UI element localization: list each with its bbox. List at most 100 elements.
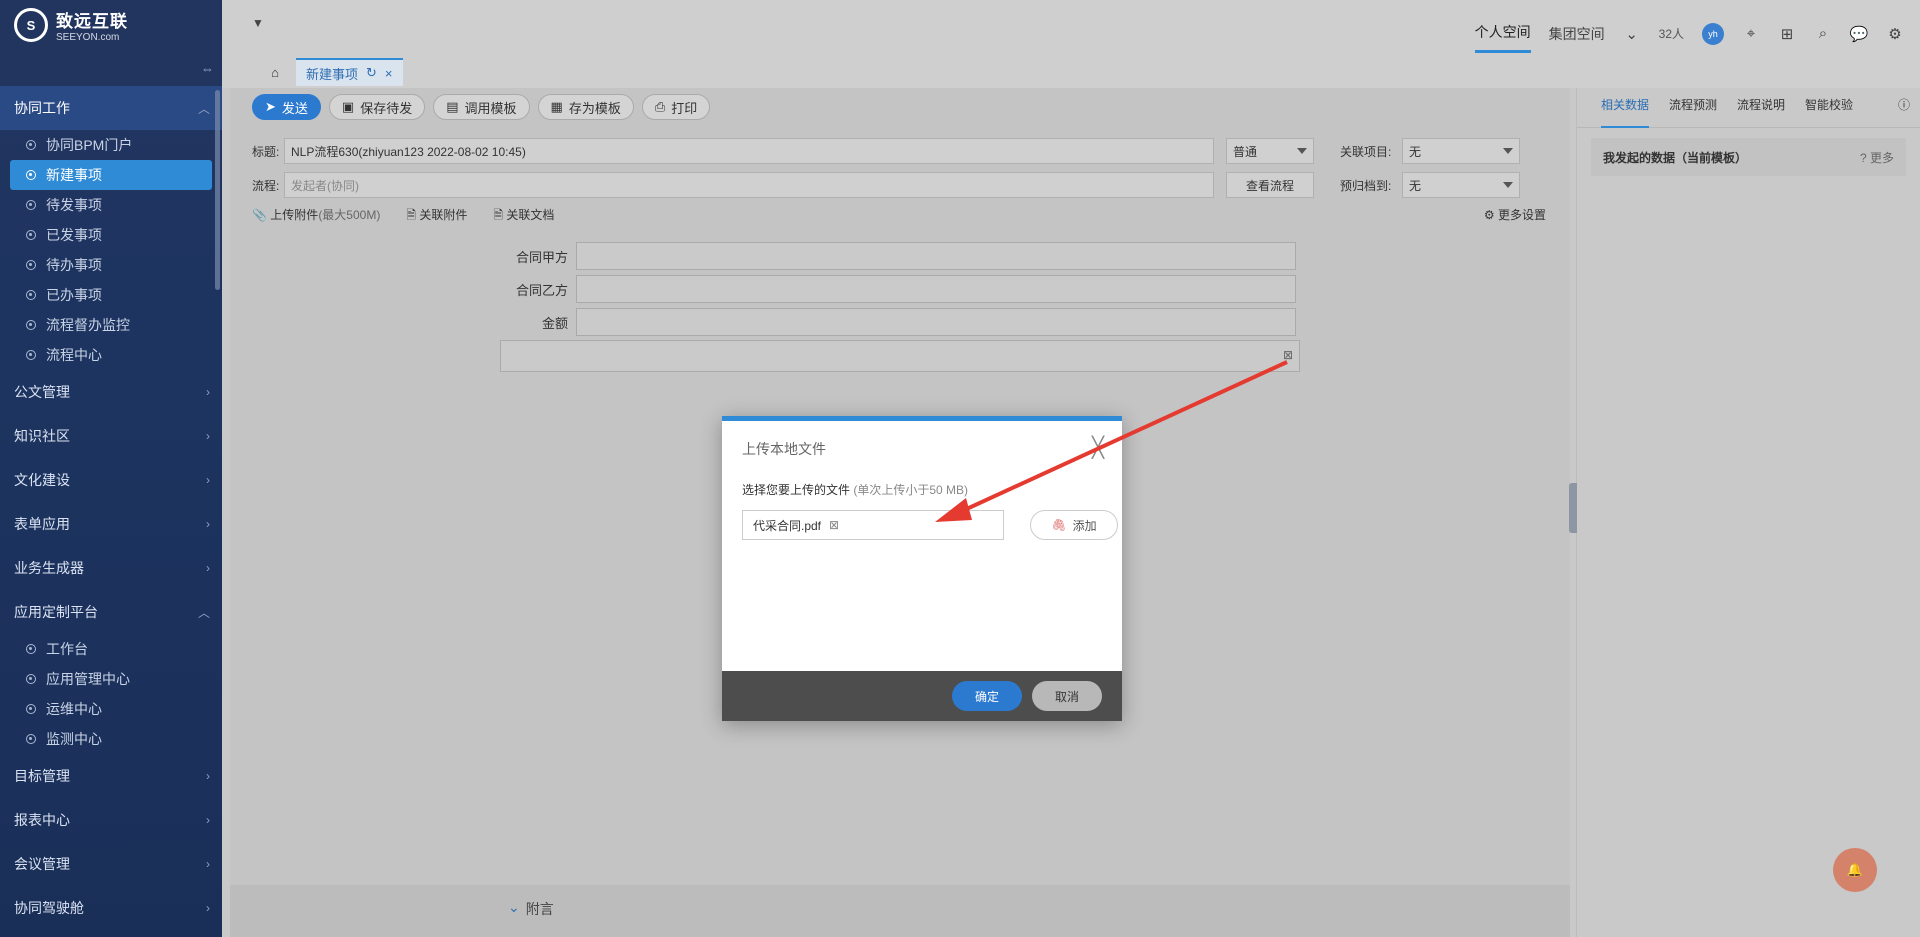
tab-flow-desc[interactable]: 流程说明 bbox=[1737, 96, 1785, 127]
menu-item[interactable]: 运维中心 bbox=[0, 694, 222, 724]
upload-attachment-link[interactable]: 📎 上传附件(最大500M) bbox=[252, 206, 380, 227]
menu-item[interactable]: 流程中心 bbox=[0, 340, 222, 370]
save-icon: ▣ bbox=[341, 99, 355, 114]
menu-item[interactable]: 待发事项 bbox=[0, 190, 222, 220]
menu-item[interactable]: 工作台 bbox=[0, 634, 222, 664]
chevron-up-icon: ︿ bbox=[197, 101, 210, 116]
flow-input[interactable]: 发起者(协同) bbox=[284, 172, 1214, 198]
add-file-button[interactable]: 🖇 添加 bbox=[1030, 510, 1118, 540]
menu-group[interactable]: 业务生成器 › bbox=[0, 546, 222, 590]
chevron-right-icon: › bbox=[206, 517, 210, 531]
brand-domain: SEEYON.com bbox=[56, 32, 120, 43]
online-count[interactable]: 32人 bbox=[1659, 25, 1684, 42]
radio-dot-icon bbox=[26, 140, 36, 150]
flow-label: 流程: bbox=[252, 178, 280, 193]
menu-group[interactable]: 应用定制平台 ︿ bbox=[0, 590, 222, 634]
title-input[interactable]: NLP流程630(zhiyuan123 2022-08-02 10:45) bbox=[284, 138, 1214, 164]
menu-item[interactable]: 监测中心 bbox=[0, 724, 222, 754]
close-icon[interactable]: ╳ bbox=[1092, 435, 1104, 460]
related-attachment-link[interactable]: 🗎 关联附件 bbox=[406, 206, 467, 227]
save-template-button[interactable]: ▦ 存为模板 bbox=[537, 94, 634, 120]
archive-select[interactable]: 无 bbox=[1402, 172, 1520, 198]
menu-item[interactable]: 流程督办监控 bbox=[0, 310, 222, 340]
save-draft-button[interactable]: ▣ 保存待发 bbox=[328, 94, 426, 120]
print-button[interactable]: ⎙ 打印 bbox=[641, 94, 711, 120]
caret-down-icon[interactable]: ▼ bbox=[252, 16, 264, 30]
tab-smart-check[interactable]: 智能校验 bbox=[1805, 96, 1853, 127]
related-project-select[interactable]: 无 bbox=[1402, 138, 1520, 164]
amount-input[interactable] bbox=[576, 308, 1296, 336]
view-flow-button[interactable]: 查看流程 bbox=[1226, 172, 1314, 198]
archive-label: 预归档到: bbox=[1340, 178, 1392, 193]
menu-group-collab[interactable]: 协同工作 ︿ bbox=[0, 86, 222, 130]
menu-group[interactable]: 目标管理 › bbox=[0, 754, 222, 798]
tab-flow-predict[interactable]: 流程预测 bbox=[1669, 96, 1717, 127]
more-link[interactable]: ? 更多 bbox=[1860, 149, 1894, 166]
menu-item[interactable]: 应用管理中心 bbox=[0, 664, 222, 694]
upload-hint: 选择您要上传的文件 (单次上传小于50 MB) bbox=[742, 483, 969, 497]
chevron-right-icon: › bbox=[206, 385, 210, 399]
personal-space-link[interactable]: 个人空间 bbox=[1474, 22, 1531, 53]
more-settings-link[interactable]: ⚙ 更多设置 bbox=[1484, 206, 1546, 223]
field-label: 金额 bbox=[541, 315, 568, 331]
chevron-down-icon[interactable]: ⌄ bbox=[1623, 25, 1641, 43]
bell-icon[interactable]: 🔔 bbox=[1833, 848, 1877, 892]
tab-related-data[interactable]: 相关数据 bbox=[1601, 96, 1650, 128]
menu-group[interactable]: 协同驾驶舱 › bbox=[0, 886, 222, 930]
radio-dot-icon bbox=[26, 644, 36, 654]
logo[interactable]: S 致远互联 SEEYON.com bbox=[0, 0, 222, 50]
chevron-right-icon: › bbox=[206, 901, 210, 915]
collapse-sidebar-icon[interactable]: ⇔ bbox=[201, 61, 214, 76]
confirm-button[interactable]: 确定 bbox=[952, 681, 1022, 711]
panel-collapse-handle[interactable] bbox=[1569, 483, 1577, 533]
document-icon: 🗎 bbox=[493, 208, 503, 222]
attachment-field[interactable]: ⊠ bbox=[500, 340, 1300, 372]
menu-group[interactable]: 报表中心 › bbox=[0, 798, 222, 842]
menu-group[interactable]: 知识社区 › bbox=[0, 414, 222, 458]
search-icon[interactable]: ⌕ bbox=[1814, 25, 1832, 43]
apps-grid-icon[interactable]: ⊞ bbox=[1778, 25, 1796, 43]
file-item[interactable]: 代采合同.pdf ⊠ bbox=[742, 510, 1004, 540]
menu-group[interactable]: 公文管理 › bbox=[0, 370, 222, 414]
message-icon[interactable]: 💬 bbox=[1850, 25, 1869, 43]
remove-file-icon[interactable]: ⊠ bbox=[829, 518, 839, 532]
party-a-input[interactable] bbox=[576, 242, 1296, 270]
send-button[interactable]: ➤ 发送 bbox=[252, 94, 321, 120]
info-icon[interactable]: ⓘ bbox=[1898, 96, 1910, 127]
refresh-icon[interactable]: ↻ bbox=[366, 65, 377, 81]
party-b-input[interactable] bbox=[576, 275, 1296, 303]
group-space-link[interactable]: 集团空间 bbox=[1549, 24, 1605, 44]
radio-dot-icon bbox=[26, 734, 36, 744]
field-label: 合同乙方 bbox=[515, 282, 568, 298]
menu-group[interactable]: 表单应用 › bbox=[0, 502, 222, 546]
menu-item[interactable]: 已发事项 bbox=[0, 220, 222, 250]
send-icon: ➤ bbox=[265, 99, 276, 114]
radio-dot-icon bbox=[26, 350, 36, 360]
menu-item-new[interactable]: 新建事项 bbox=[10, 160, 212, 190]
chevron-right-icon: › bbox=[206, 813, 210, 827]
home-icon[interactable]: ⌂ bbox=[260, 58, 290, 86]
dialog-title: 上传本地文件 bbox=[742, 441, 826, 457]
seeyon-logo-icon: S bbox=[14, 8, 48, 42]
file-name: 代采合同.pdf bbox=[753, 518, 822, 533]
attachment-icon[interactable]: ⊠ bbox=[1283, 348, 1293, 362]
related-doc-link[interactable]: 🗎 关联文档 bbox=[493, 206, 554, 227]
chevron-up-icon: ︿ bbox=[197, 605, 210, 620]
cancel-button[interactable]: 取消 bbox=[1032, 681, 1102, 711]
avatar[interactable]: yh bbox=[1702, 22, 1724, 45]
gear-icon[interactable]: ⚙ bbox=[1886, 25, 1904, 43]
menu-group[interactable]: 文化建设 › bbox=[0, 458, 222, 502]
tab-new-item[interactable]: 新建事项 ↻ × bbox=[296, 58, 403, 86]
priority-select[interactable]: 普通 bbox=[1226, 138, 1314, 164]
menu-item[interactable]: 待办事项 bbox=[0, 250, 222, 280]
location-icon[interactable]: ⌖ bbox=[1742, 25, 1760, 43]
call-template-button[interactable]: ▤ 调用模板 bbox=[433, 94, 530, 120]
menu-item[interactable]: 已办事项 bbox=[0, 280, 222, 310]
menu-group[interactable]: 会议管理 › bbox=[0, 842, 222, 886]
radio-dot-icon bbox=[26, 170, 36, 180]
close-icon[interactable]: × bbox=[385, 66, 393, 81]
menu-item[interactable]: 协同BPM门户 bbox=[0, 130, 222, 160]
sidebar-scrollbar[interactable] bbox=[215, 90, 220, 290]
postscript-toggle[interactable]: ⌄ 附言 bbox=[508, 899, 554, 919]
chevron-right-icon: › bbox=[206, 429, 210, 443]
